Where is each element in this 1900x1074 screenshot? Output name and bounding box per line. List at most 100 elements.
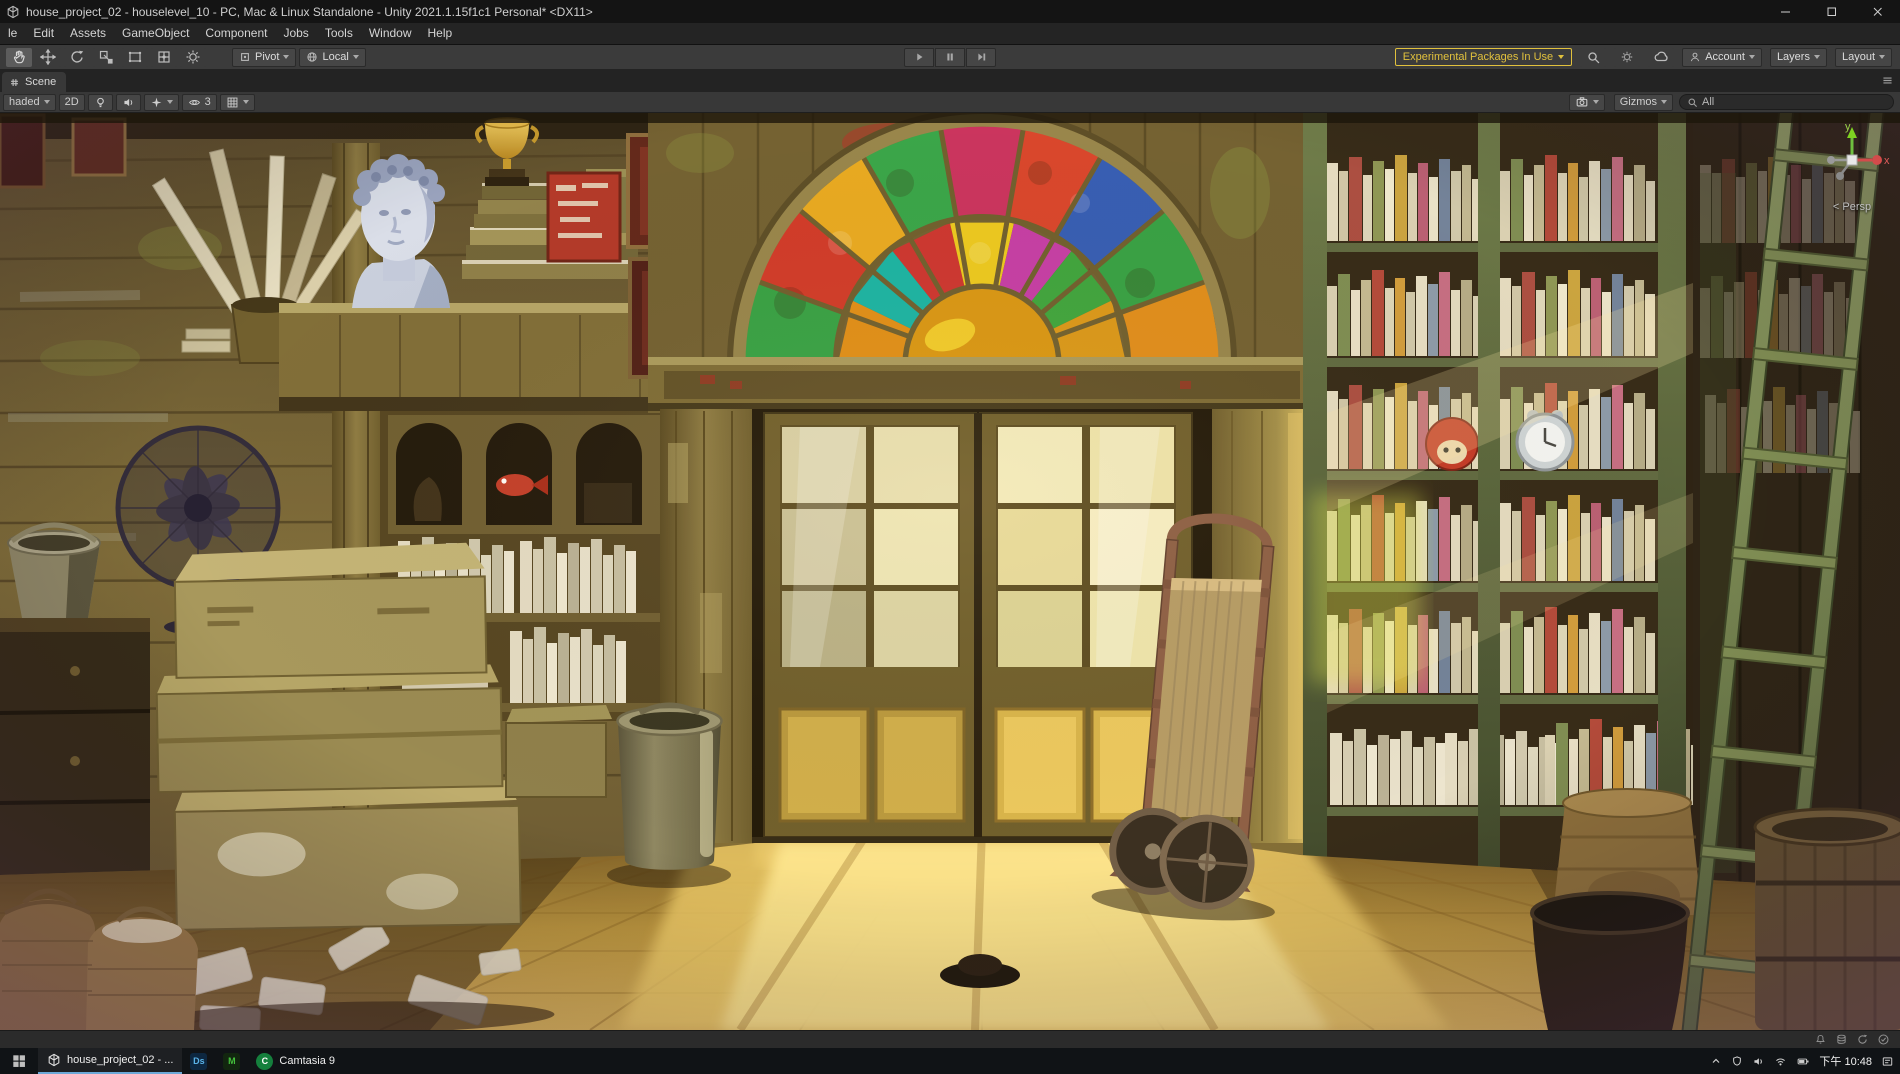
2d-toggle-button[interactable]: 2D [58, 93, 85, 111]
layers-dropdown[interactable]: Layers [1769, 47, 1827, 67]
camera-icon [1576, 97, 1588, 107]
experimental-packages-label: Experimental Packages In Use [1402, 51, 1554, 63]
gizmos-caret-icon [1661, 100, 1667, 104]
menu-edit[interactable]: Edit [25, 23, 62, 44]
scene-view-toolbar: haded 2D 3 Gizmos All [0, 92, 1900, 113]
layers-label: Layers [1776, 51, 1810, 63]
orientation-gizmo[interactable]: y x [1814, 120, 1890, 196]
scene-tab-label: Scene [25, 76, 57, 88]
hidden-object-count: 3 [204, 96, 211, 108]
tab-scene[interactable]: Scene [2, 72, 67, 92]
tasks-check-icon[interactable] [1877, 1033, 1890, 1046]
unity-task-label: house_project_02 - ... [67, 1054, 174, 1066]
pause-button[interactable] [935, 47, 965, 67]
taskbar-ds-app[interactable]: Ds [182, 1048, 215, 1074]
scale-tool-button[interactable] [93, 47, 119, 67]
windows-taskbar: house_project_02 - ... Ds M C Camtasia 9 [0, 1048, 1900, 1074]
panel-options-icon[interactable] [1881, 74, 1894, 87]
search-icon[interactable] [1580, 47, 1607, 67]
hand-tool-button[interactable] [6, 47, 32, 67]
cache-icon[interactable] [1835, 1033, 1848, 1046]
minimize-button[interactable] [1762, 0, 1808, 23]
panel-tab-bar: Scene [0, 70, 1900, 92]
taskbar-m-app[interactable]: M [215, 1048, 248, 1074]
projection-toggle[interactable]: < Persp [1808, 201, 1896, 213]
menu-window[interactable]: Window [361, 23, 420, 44]
volume-icon[interactable] [1752, 1055, 1765, 1068]
scene-visibility-button[interactable]: 3 [181, 93, 217, 111]
account-dropdown[interactable]: Account [1682, 47, 1762, 67]
pivot-toggle-button[interactable]: Pivot [232, 47, 297, 67]
title-bar: house_project_02 - houselevel_10 - PC, M… [0, 0, 1900, 23]
main-toolbar: Pivot Local Experimental Packages In Use [0, 45, 1900, 70]
start-button[interactable] [0, 1048, 38, 1074]
lightbulb-icon [96, 97, 104, 107]
camtasia-app-icon: C [256, 1052, 274, 1070]
local-caret-icon [352, 55, 359, 59]
account-caret-icon [1748, 55, 1755, 59]
layout-dropdown[interactable]: Layout [1834, 47, 1892, 67]
close-button[interactable] [1854, 0, 1900, 23]
effects-dropdown[interactable] [143, 93, 179, 111]
experimental-packages-badge[interactable]: Experimental Packages In Use [1394, 48, 1573, 66]
unity-editor-window: house_project_02 - houselevel_10 - PC, M… [0, 0, 1900, 1074]
effects-caret-icon [166, 100, 173, 104]
scene-tab-icon [11, 78, 18, 86]
cloud-collab-icon[interactable] [1648, 47, 1675, 67]
lighting-toggle-button[interactable] [87, 93, 113, 111]
account-label: Account [1705, 51, 1745, 63]
audio-toggle-button[interactable] [115, 93, 141, 111]
local-label: Local [322, 51, 349, 63]
maximize-button[interactable] [1808, 0, 1854, 23]
gizmos-label: Gizmos [1619, 96, 1657, 108]
network-icon[interactable] [1774, 1055, 1787, 1068]
shading-mode-label: haded [9, 96, 40, 108]
hidden-icons-chevron[interactable] [1710, 1055, 1722, 1067]
taskbar-unity-task[interactable]: house_project_02 - ... [38, 1048, 183, 1074]
action-center-icon[interactable] [1881, 1055, 1894, 1068]
move-tool-button[interactable] [35, 47, 61, 67]
services-gear-icon[interactable] [1614, 47, 1641, 67]
layout-caret-icon [1879, 55, 1885, 59]
custom-tool-button[interactable] [180, 47, 206, 67]
menu-gameobject[interactable]: GameObject [114, 23, 197, 44]
unity-task-icon [48, 1053, 60, 1067]
layout-label: Layout [1841, 51, 1875, 63]
shading-mode-dropdown[interactable]: haded [3, 93, 56, 111]
menu-tools[interactable]: Tools [317, 23, 361, 44]
rotate-tool-button[interactable] [64, 47, 90, 67]
layers-caret-icon [1813, 55, 1820, 59]
taskbar-camtasia-app[interactable]: C Camtasia 9 [248, 1048, 343, 1074]
gizmos-dropdown[interactable]: Gizmos [1613, 93, 1673, 111]
refresh-icon[interactable] [1856, 1033, 1869, 1046]
shading-caret-icon [43, 100, 50, 104]
gizmo-center-cube[interactable] [1846, 154, 1858, 166]
transform-tool-button[interactable] [151, 47, 177, 67]
grid-caret-icon [242, 100, 249, 104]
speaker-icon [124, 98, 132, 106]
menu-file[interactable]: le [0, 23, 25, 44]
taskbar-clock[interactable]: 下午 10:48 [1819, 1053, 1872, 1069]
camera-caret-icon [1592, 100, 1599, 104]
battery-icon[interactable] [1796, 1055, 1810, 1068]
pivot-label: Pivot [255, 51, 280, 63]
step-button[interactable] [966, 47, 996, 67]
local-toggle-button[interactable]: Local [299, 47, 366, 67]
menu-help[interactable]: Help [420, 23, 461, 44]
projection-label: Persp [1842, 201, 1872, 213]
bell-icon[interactable] [1814, 1033, 1827, 1046]
scene-search-field[interactable]: All [1679, 94, 1894, 110]
grid-settings-dropdown[interactable] [219, 93, 255, 111]
menu-assets[interactable]: Assets [62, 23, 114, 44]
scene-camera-dropdown[interactable] [1568, 93, 1605, 111]
play-button[interactable] [904, 47, 934, 67]
pivot-caret-icon [283, 55, 290, 59]
play-controls [904, 47, 996, 67]
m-app-icon: M [223, 1052, 241, 1070]
effects-star-icon [151, 97, 162, 107]
menu-component[interactable]: Component [197, 23, 275, 44]
rect-tool-button[interactable] [122, 47, 148, 67]
scene-viewport[interactable]: y x < Persp [0, 113, 1900, 1030]
menu-jobs[interactable]: Jobs [275, 23, 316, 44]
security-shield-icon[interactable] [1731, 1055, 1743, 1067]
